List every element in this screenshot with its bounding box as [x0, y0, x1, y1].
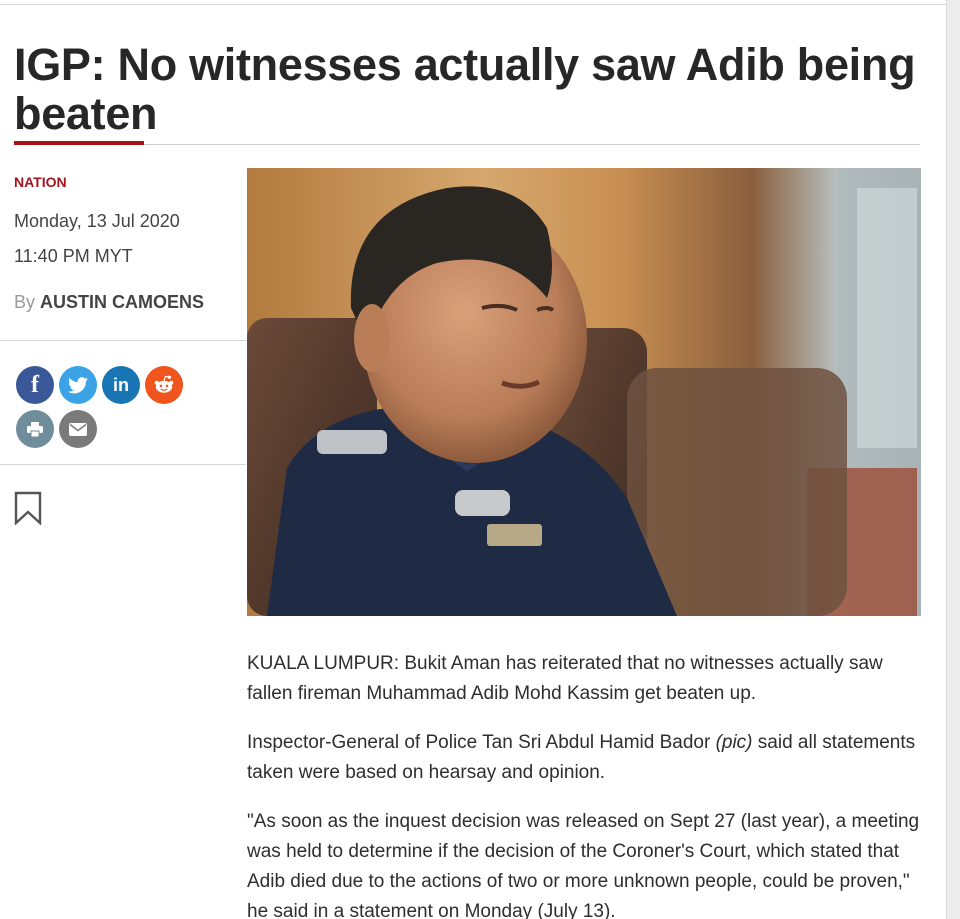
article-paragraph: "As soon as the inquest decision was rel… — [247, 811, 920, 919]
reddit-share-button[interactable] — [145, 366, 183, 404]
linkedin-share-button[interactable]: in — [102, 366, 140, 404]
sidebar-divider — [0, 340, 246, 341]
article-headline: IGP: No witnesses actually saw Adib bein… — [14, 39, 916, 139]
sidebar-divider-lower — [0, 464, 246, 465]
twitter-share-button[interactable] — [59, 366, 97, 404]
article-paragraph: KUALA LUMPUR: Bukit Aman has reiterated … — [247, 653, 883, 704]
author-link[interactable]: AUSTIN CAMOENS — [40, 292, 204, 312]
linkedin-icon: in — [113, 374, 129, 395]
facebook-share-button[interactable]: f — [16, 366, 54, 404]
print-icon — [27, 421, 43, 437]
byline-prefix: By — [14, 292, 36, 312]
reddit-icon — [154, 375, 174, 393]
article-photo — [247, 168, 921, 616]
publish-time: 11:40 PM MYT — [14, 246, 133, 266]
paragraph-text: Inspector-General of Police Tan Sri Abdu… — [247, 732, 716, 753]
publish-date: Monday, 13 Jul 2020 — [14, 211, 180, 231]
email-share-button[interactable] — [59, 410, 97, 448]
headline-divider — [14, 144, 920, 145]
article-paragraph: Inspector-General of Police Tan Sri Abdu… — [247, 728, 927, 788]
bookmark-icon[interactable] — [14, 491, 42, 525]
facebook-icon: f — [31, 371, 39, 398]
print-button[interactable] — [16, 410, 54, 448]
pic-note: (pic) — [715, 732, 753, 753]
twitter-icon — [68, 376, 88, 393]
top-divider — [0, 4, 946, 5]
scrollbar[interactable] — [946, 0, 960, 919]
category-link[interactable]: NATION — [14, 174, 67, 190]
email-icon — [69, 422, 87, 436]
headline-accent-bar — [14, 141, 144, 145]
byline: By AUSTIN CAMOENS — [14, 292, 204, 313]
